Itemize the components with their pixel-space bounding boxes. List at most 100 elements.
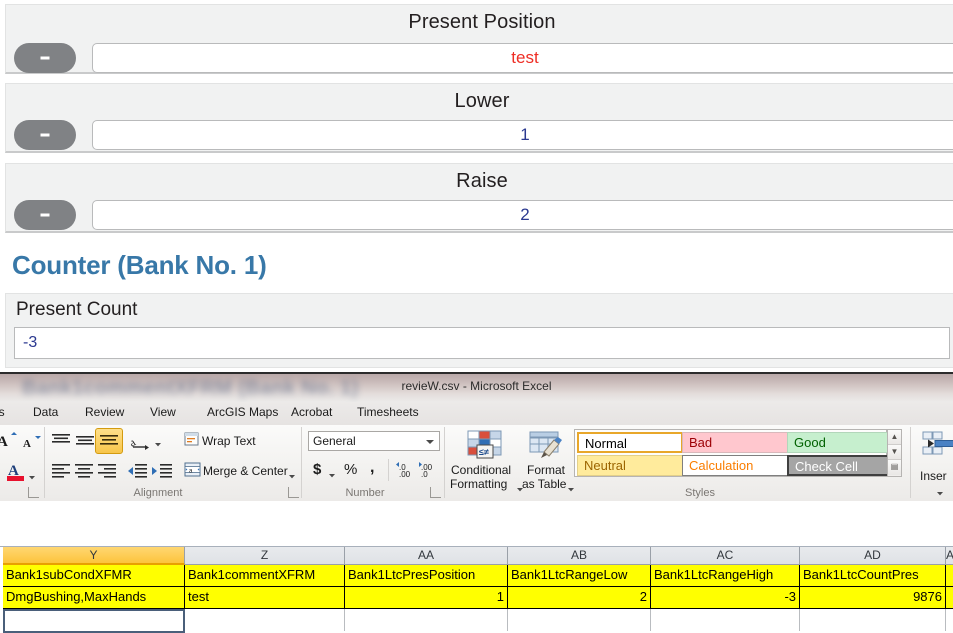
merge-and-center-label[interactable]: Merge & Center bbox=[203, 464, 288, 478]
cell-styles-gallery: Normal Bad Good Neutral Calculation Chec… bbox=[574, 429, 893, 477]
cell-AA-empty[interactable] bbox=[345, 609, 508, 631]
cell-Z-value[interactable]: test bbox=[185, 587, 345, 609]
comma-style-icon[interactable]: , bbox=[370, 459, 374, 477]
format-as-table-label-line2[interactable]: as Table bbox=[522, 477, 566, 491]
orientation-dropdown-caret-icon[interactable] bbox=[153, 436, 163, 454]
input-present-position[interactable]: test bbox=[92, 43, 953, 73]
decrease-font-size-icon[interactable]: A bbox=[22, 434, 44, 455]
cell-styles-scrollbar[interactable]: ▲ ▼ ▤ bbox=[887, 429, 902, 477]
cell-style-normal[interactable]: Normal bbox=[577, 432, 683, 453]
cell-style-good[interactable]: Good bbox=[787, 432, 893, 453]
input-value-lower: 1 bbox=[520, 125, 530, 144]
field-label-present-position: Present Position bbox=[408, 11, 556, 33]
gallery-more-icon[interactable]: ▤ bbox=[888, 460, 901, 475]
tab-timesheets[interactable]: Timesheets bbox=[357, 405, 419, 419]
input-raise[interactable]: 2 bbox=[92, 200, 953, 230]
formula-bar-region[interactable] bbox=[0, 501, 953, 547]
tab-acrobat[interactable]: Acrobat bbox=[291, 405, 332, 419]
cell-Z-empty[interactable] bbox=[185, 609, 345, 631]
conditional-formatting-label-line2[interactable]: Formatting bbox=[450, 477, 507, 491]
cell-style-check-cell[interactable]: Check Cell bbox=[787, 455, 893, 476]
cell-AD-value[interactable]: 9876 bbox=[800, 587, 946, 609]
format-as-table-icon[interactable] bbox=[528, 430, 564, 465]
align-left-icon[interactable] bbox=[50, 462, 72, 485]
wrap-text-label[interactable]: Wrap Text bbox=[202, 434, 256, 448]
merge-and-center-icon[interactable]: a bbox=[184, 462, 201, 483]
gallery-scroll-up-icon[interactable]: ▲ bbox=[888, 430, 901, 445]
column-header-AD[interactable]: AD bbox=[800, 547, 946, 565]
input-present-count[interactable]: -3 bbox=[14, 327, 950, 359]
cell-AD-empty[interactable] bbox=[800, 609, 946, 631]
cell-Y-value[interactable]: DmgBushing,MaxHands bbox=[3, 587, 185, 609]
input-value-raise: 2 bbox=[520, 205, 530, 224]
conditional-formatting-label-line1[interactable]: Conditional bbox=[451, 463, 511, 477]
font-color-dropdown-caret-icon[interactable] bbox=[27, 469, 37, 487]
cell-style-neutral[interactable]: Neutral bbox=[577, 455, 683, 476]
cell-AD-header[interactable]: Bank1LtcCountPres bbox=[800, 565, 946, 587]
column-header-AB[interactable]: AB bbox=[508, 547, 651, 565]
align-bottom-icon[interactable] bbox=[95, 428, 123, 454]
input-lower[interactable]: 1 bbox=[92, 120, 953, 150]
column-header-Y[interactable]: Y bbox=[3, 547, 185, 565]
increase-indent-icon[interactable] bbox=[151, 462, 173, 485]
number-format-value: General bbox=[313, 434, 356, 448]
svg-text:.00: .00 bbox=[399, 470, 411, 479]
align-top-icon[interactable] bbox=[50, 432, 72, 455]
number-dialog-launcher[interactable] bbox=[430, 487, 441, 498]
tab-arcgis-maps[interactable]: ArcGIS Maps bbox=[207, 405, 278, 419]
cell-style-bad[interactable]: Bad bbox=[682, 432, 788, 453]
column-header-AA[interactable]: AA bbox=[345, 547, 508, 565]
cell-AB-header[interactable]: Bank1LtcRangeLow bbox=[508, 565, 651, 587]
cell-AC-value[interactable]: -3 bbox=[651, 587, 800, 609]
decrease-decimal-icon[interactable]: .00 .0 bbox=[418, 461, 438, 484]
accounting-format-icon[interactable]: $ bbox=[313, 461, 321, 478]
cell-AA-value[interactable]: 1 bbox=[345, 587, 508, 609]
cell-Y-empty[interactable] bbox=[3, 609, 185, 631]
cell-AE-value[interactable] bbox=[946, 587, 953, 609]
tab-view[interactable]: View bbox=[150, 405, 176, 419]
accounting-dropdown-caret-icon[interactable] bbox=[327, 467, 337, 485]
decrement-button-lower[interactable] bbox=[14, 120, 76, 150]
font-color-icon[interactable]: A bbox=[6, 460, 26, 489]
cell-AC-header[interactable]: Bank1LtcRangeHigh bbox=[651, 565, 800, 587]
excel-title-bar[interactable]: Bank1commentXFRM (Bank No. 1) revieW.csv… bbox=[0, 374, 953, 402]
cell-AA-header[interactable]: Bank1LtcPresPosition bbox=[345, 565, 508, 587]
orientation-icon[interactable]: a bbox=[126, 432, 155, 455]
tab-data[interactable]: Data bbox=[33, 405, 58, 419]
conditional-formatting-icon[interactable]: ≤≠ bbox=[466, 429, 506, 466]
column-header-AC[interactable]: AC bbox=[651, 547, 800, 565]
cell-Y-header[interactable]: Bank1subCondXFMR bbox=[3, 565, 185, 587]
cell-AC-empty[interactable] bbox=[651, 609, 800, 631]
column-header-AE[interactable]: AE bbox=[946, 547, 953, 565]
increase-decimal-icon[interactable]: .0 .00 bbox=[396, 461, 416, 484]
decrease-indent-icon[interactable] bbox=[126, 462, 148, 485]
decrement-button-present-position[interactable] bbox=[14, 43, 76, 73]
cell-style-calculation[interactable]: Calculation bbox=[682, 455, 788, 476]
format-as-table-caret-icon[interactable] bbox=[566, 481, 576, 499]
align-center-icon[interactable] bbox=[73, 462, 95, 485]
tab-review[interactable]: Review bbox=[85, 405, 124, 419]
cell-AB-empty[interactable] bbox=[508, 609, 651, 631]
percent-style-icon[interactable]: % bbox=[344, 461, 357, 478]
field-label-lower: Lower bbox=[454, 90, 510, 112]
alignment-dialog-launcher[interactable] bbox=[288, 487, 299, 498]
merge-dropdown-caret-icon[interactable] bbox=[287, 468, 297, 486]
insert-label[interactable]: Inser bbox=[920, 469, 947, 483]
decrement-button-raise[interactable] bbox=[14, 200, 76, 230]
column-header-Z[interactable]: Z bbox=[185, 547, 345, 565]
cell-AE-header[interactable] bbox=[946, 565, 953, 587]
number-format-combobox[interactable]: General bbox=[308, 431, 440, 451]
wrap-text-icon[interactable] bbox=[184, 432, 200, 453]
format-as-table-label-line1[interactable]: Format bbox=[527, 463, 565, 477]
chevron-down-icon[interactable] bbox=[426, 440, 434, 444]
increase-font-size-icon[interactable]: A bbox=[0, 431, 18, 454]
insert-cells-icon[interactable] bbox=[922, 431, 953, 462]
worksheet-grid: Y Z AA AB AC AD AE Bank1subCondXFMR Bank… bbox=[0, 547, 953, 633]
font-dialog-launcher[interactable] bbox=[28, 487, 39, 498]
gallery-scroll-down-icon[interactable]: ▼ bbox=[888, 445, 901, 460]
cell-Z-header[interactable]: Bank1commentXFRM bbox=[185, 565, 345, 587]
cell-AB-value[interactable]: 2 bbox=[508, 587, 651, 609]
align-right-icon[interactable] bbox=[96, 462, 118, 485]
tab-formulas[interactable]: as bbox=[0, 405, 5, 419]
align-middle-icon[interactable] bbox=[74, 432, 96, 455]
